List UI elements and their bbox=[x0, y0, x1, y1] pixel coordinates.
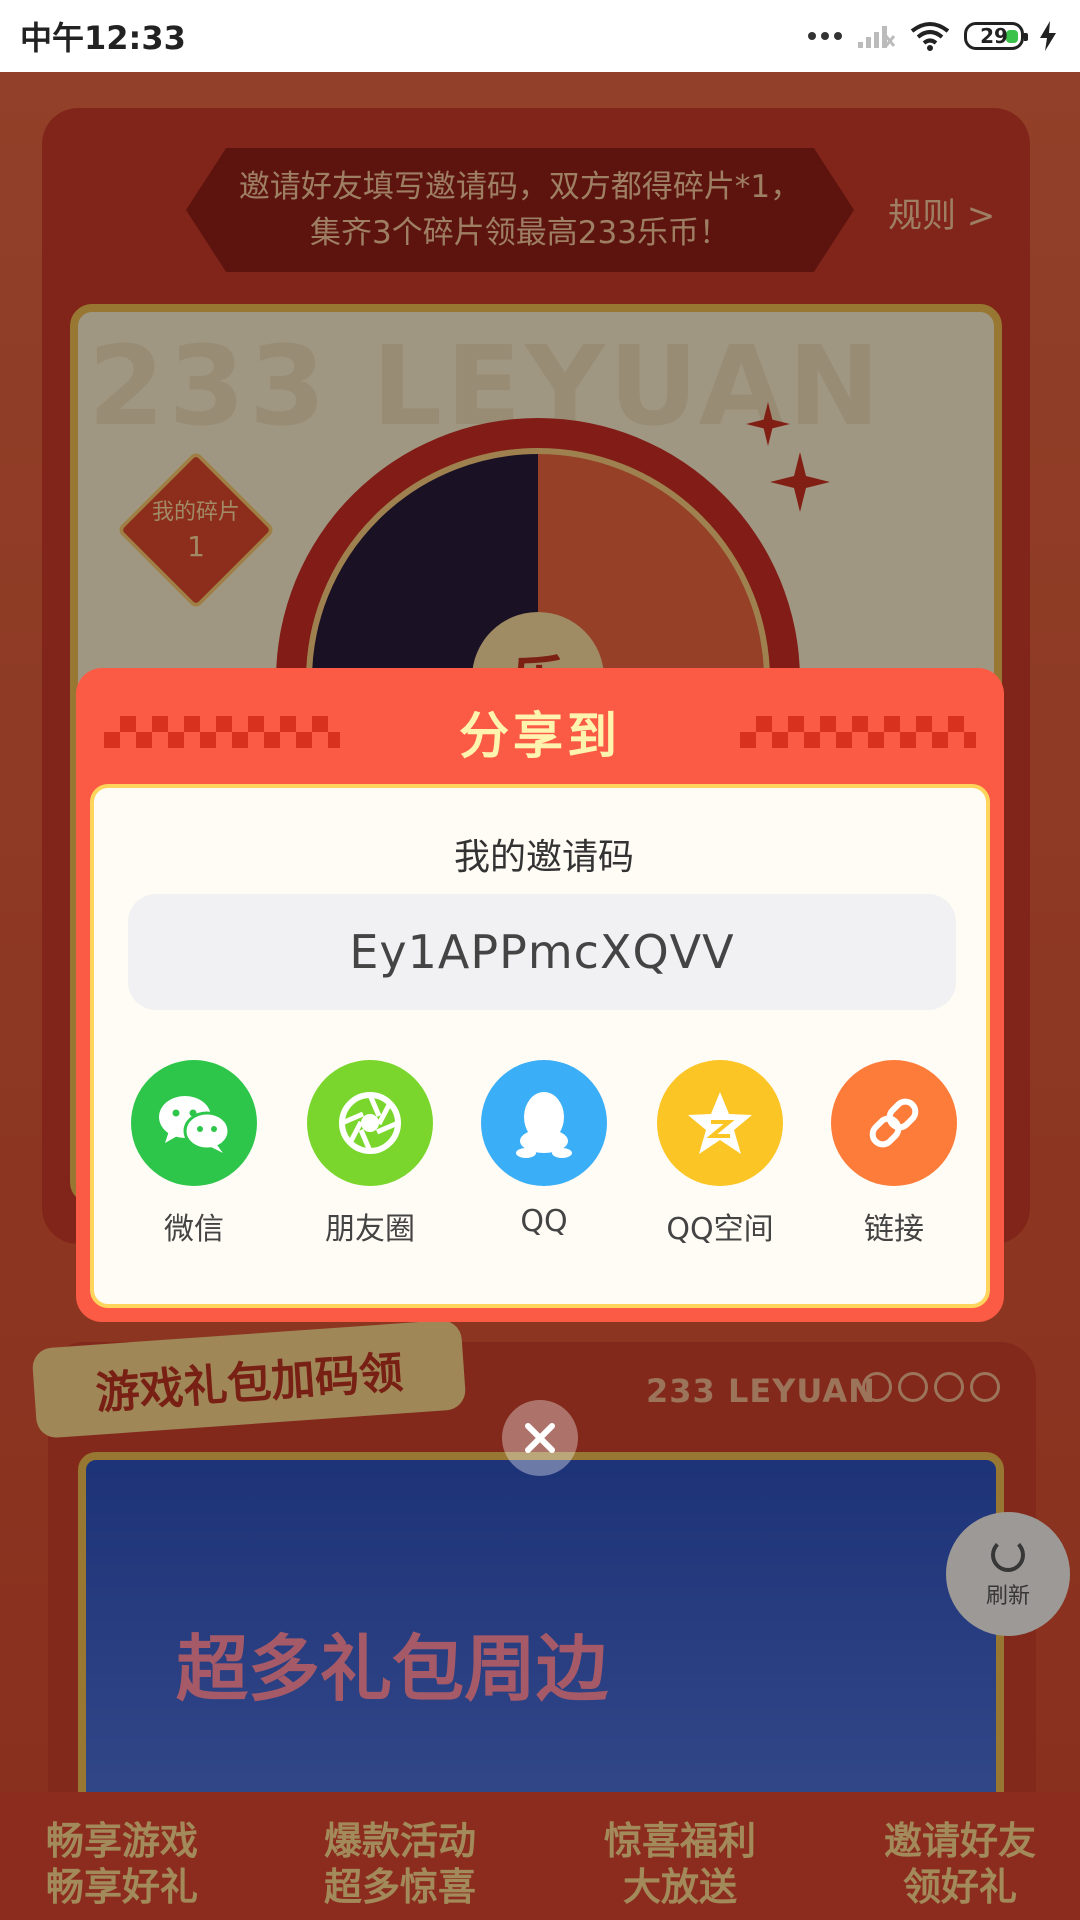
share-wechat-label: 微信 bbox=[164, 1212, 224, 1247]
invite-code-value: Ey1APPmcXQVV bbox=[349, 925, 735, 979]
close-icon bbox=[525, 1423, 555, 1453]
modal-title: 分享到 bbox=[459, 707, 621, 765]
more-dots-icon bbox=[808, 32, 842, 40]
wechat-icon bbox=[131, 1060, 257, 1186]
share-qzone-button[interactable]: QQ空间 bbox=[650, 1060, 790, 1248]
share-moments-label: 朋友圈 bbox=[325, 1212, 415, 1247]
wifi-icon bbox=[910, 22, 950, 51]
share-modal: 分享到 我的邀请码 Ey1APPmcXQVV 微信 朋友圈 QQ QQ空间 链接 bbox=[76, 668, 1004, 1322]
invite-code-label: 我的邀请码 bbox=[453, 837, 634, 878]
share-qzone-label: QQ空间 bbox=[666, 1212, 774, 1247]
share-targets: 微信 朋友圈 QQ QQ空间 链接 bbox=[94, 1060, 994, 1260]
share-wechat-button[interactable]: 微信 bbox=[124, 1060, 264, 1248]
signal-icon bbox=[858, 26, 896, 48]
share-link-button[interactable]: 链接 bbox=[824, 1060, 964, 1248]
share-link-label: 链接 bbox=[864, 1212, 924, 1247]
qq-icon bbox=[481, 1060, 607, 1186]
modal-body: 我的邀请码 Ey1APPmcXQVV 微信 朋友圈 QQ QQ空间 链接 bbox=[90, 784, 990, 1308]
moments-icon bbox=[307, 1060, 433, 1186]
share-qq-button[interactable]: QQ bbox=[474, 1060, 614, 1239]
link-icon bbox=[831, 1060, 957, 1186]
close-button[interactable] bbox=[502, 1400, 578, 1476]
status-icons: 29 bbox=[808, 21, 1058, 51]
share-qq-label: QQ bbox=[520, 1204, 568, 1239]
status-bar: 中午12:33 29 bbox=[0, 0, 1080, 72]
battery-level: 29 bbox=[980, 24, 1008, 48]
battery-icon: 29 bbox=[964, 22, 1028, 50]
invite-code-box[interactable]: Ey1APPmcXQVV bbox=[128, 894, 956, 1010]
qzone-icon bbox=[657, 1060, 783, 1186]
share-moments-button[interactable]: 朋友圈 bbox=[300, 1060, 440, 1248]
status-time: 中午12:33 bbox=[20, 19, 186, 57]
charging-icon bbox=[1040, 21, 1056, 51]
